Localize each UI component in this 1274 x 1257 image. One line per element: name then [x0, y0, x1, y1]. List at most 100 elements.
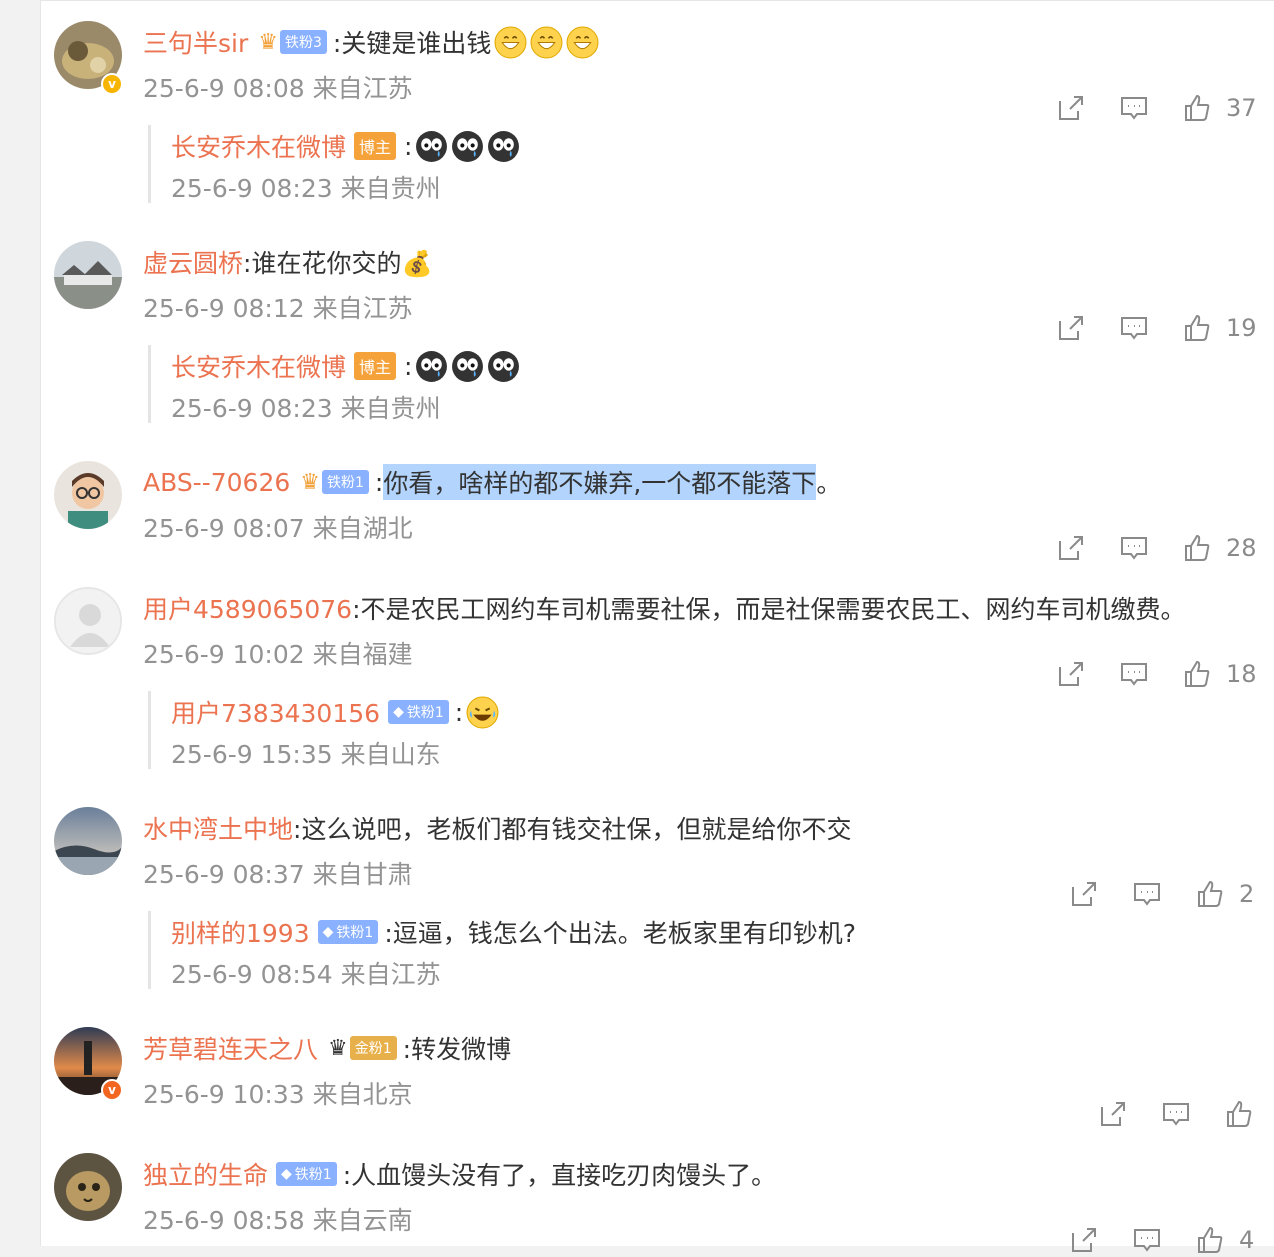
comment-meta: 25-6-9 08:12 来自江苏 — [143, 294, 413, 323]
avatar[interactable] — [54, 1153, 122, 1221]
comment-button[interactable] — [1119, 313, 1149, 343]
cry-emoji-icon — [452, 350, 484, 382]
grin-emoji-icon — [494, 26, 527, 58]
share-button[interactable] — [1056, 533, 1086, 563]
comment-button[interactable] — [1161, 1099, 1191, 1129]
username[interactable]: 水中湾土中地 — [143, 810, 293, 846]
like-icon — [1198, 1226, 1223, 1253]
comment-text: :人血馒头没有了，直接吃刃肉馒头了。 — [342, 1161, 777, 1190]
share-button[interactable] — [1069, 879, 1099, 909]
reply-item: 长安乔木在微博 博主 : 25-6-9 08:23 来自贵州 — [148, 345, 1248, 423]
like-count: 18 — [1226, 660, 1257, 688]
share-icon — [1072, 1228, 1096, 1252]
reply-meta: 25-6-9 15:35 来自山东 — [171, 740, 441, 769]
username[interactable]: 别样的1993 — [171, 914, 310, 950]
share-icon — [1059, 536, 1083, 560]
fan-badge[interactable]: ◆ 铁粉1 — [388, 700, 449, 724]
like-count: 4 — [1239, 1226, 1255, 1254]
like-icon — [1185, 314, 1210, 341]
cry-emoji-icon — [416, 130, 448, 162]
like-button[interactable]: 4 — [1195, 1225, 1254, 1255]
username[interactable]: 用户7383430156 — [171, 694, 380, 730]
comment-text: :转发微博 — [402, 1035, 512, 1064]
reply-meta: 25-6-9 08:23 来自贵州 — [171, 174, 441, 203]
crown-icon: ♛ — [300, 469, 320, 495]
like-icon — [1185, 534, 1210, 561]
username[interactable]: 长安乔木在微博 — [171, 348, 346, 384]
like-count: 37 — [1226, 94, 1257, 122]
username[interactable]: 独立的生命 — [143, 1156, 268, 1192]
fan-badge[interactable]: ◆ 铁粉1 — [276, 1162, 337, 1186]
fan-badge[interactable]: 金粉1 — [349, 1036, 397, 1060]
fan-badge[interactable]: ◆ 铁粉1 — [317, 920, 379, 944]
verified-icon: v — [101, 73, 123, 95]
comment-meta: 25-6-9 10:33 来自北京 — [143, 1080, 413, 1109]
avatar[interactable] — [54, 807, 122, 875]
reply-item: 别样的1993 ◆ 铁粉1 :逗逼，钱怎么个出法。老板家里有印钞机? 25-6-9… — [148, 911, 1248, 989]
share-button[interactable] — [1098, 1099, 1128, 1129]
username[interactable]: 虚云圆桥 — [143, 244, 243, 280]
comment-text: :谁在花你交的💰 — [243, 249, 433, 278]
fan-badge[interactable]: 铁粉3 — [279, 30, 327, 54]
share-icon — [1072, 882, 1096, 906]
comment-icon — [1121, 663, 1147, 686]
comment-button[interactable] — [1119, 659, 1149, 689]
like-button[interactable]: 37 — [1182, 93, 1257, 123]
laugh-cry-emoji-icon — [466, 696, 499, 728]
comment-text-prefix: : — [374, 467, 384, 497]
like-button[interactable] — [1224, 1099, 1254, 1129]
diamond-icon: ◆ — [322, 924, 334, 940]
host-badge: 博主 — [354, 132, 397, 160]
crown-icon: ♛ — [258, 29, 278, 55]
comment-button[interactable] — [1119, 533, 1149, 563]
like-button[interactable]: 28 — [1182, 533, 1257, 563]
like-count: 2 — [1239, 880, 1255, 908]
reply-item: 长安乔木在微博 博主 : 25-6-9 08:23 来自贵州 — [148, 125, 1248, 203]
share-button[interactable] — [1069, 1225, 1099, 1255]
share-icon — [1059, 96, 1083, 120]
comment-text: :关键是谁出钱 — [332, 29, 492, 58]
comment-icon — [1121, 317, 1147, 340]
cry-emoji-icon — [452, 130, 484, 162]
like-icon — [1227, 1100, 1252, 1127]
share-button[interactable] — [1056, 659, 1086, 689]
fan-badge[interactable]: 铁粉1 — [322, 470, 369, 494]
avatar[interactable] — [54, 587, 122, 655]
username[interactable]: 三句半sir — [143, 24, 248, 60]
comment-icon — [1121, 537, 1147, 560]
like-button[interactable]: 2 — [1195, 879, 1254, 909]
comment-icon — [1134, 883, 1160, 906]
reply-text: : — [404, 131, 413, 161]
username[interactable]: 芳草碧连天之八 — [143, 1030, 318, 1066]
comment-text-suffix: 。 — [816, 469, 842, 498]
reply-text: :逗逼，钱怎么个出法。老板家里有印钞机? — [384, 919, 857, 948]
avatar[interactable] — [54, 461, 122, 529]
grin-emoji-icon — [566, 26, 599, 58]
share-button[interactable] — [1056, 93, 1086, 123]
like-button[interactable]: 18 — [1182, 659, 1257, 689]
share-icon — [1059, 662, 1083, 686]
comment-icon — [1134, 1229, 1160, 1252]
comment-button[interactable] — [1119, 93, 1149, 123]
share-button[interactable] — [1056, 313, 1086, 343]
reply-item: 用户7383430156 ◆ 铁粉1 : 25-6-9 15:35 来自山东 — [148, 691, 1248, 769]
comment-button[interactable] — [1132, 879, 1162, 909]
cry-emoji-icon — [416, 350, 448, 382]
share-icon — [1059, 316, 1083, 340]
verified-icon: v — [101, 1079, 123, 1101]
comment-icon — [1163, 1103, 1189, 1126]
like-icon — [1185, 660, 1210, 687]
username[interactable]: 用户4589065076 — [143, 590, 352, 626]
reply-text: : — [404, 351, 413, 381]
grin-emoji-icon — [530, 26, 563, 58]
crown-icon: ♛ — [328, 1035, 348, 1061]
like-button[interactable]: 19 — [1182, 313, 1257, 343]
username[interactable]: ABS--70626 — [143, 468, 290, 497]
cry-emoji-icon — [488, 130, 520, 162]
username[interactable]: 长安乔木在微博 — [171, 128, 346, 164]
like-icon — [1198, 880, 1223, 907]
comment-text: :不是农民工网约车司机需要社保，而是社保需要农民工、网约车司机缴费。 — [352, 595, 1186, 624]
avatar[interactable] — [54, 241, 122, 309]
comment-button[interactable] — [1132, 1225, 1162, 1255]
comment-text: :这么说吧，老板们都有钱交社保，但就是给你不交 — [293, 815, 852, 844]
